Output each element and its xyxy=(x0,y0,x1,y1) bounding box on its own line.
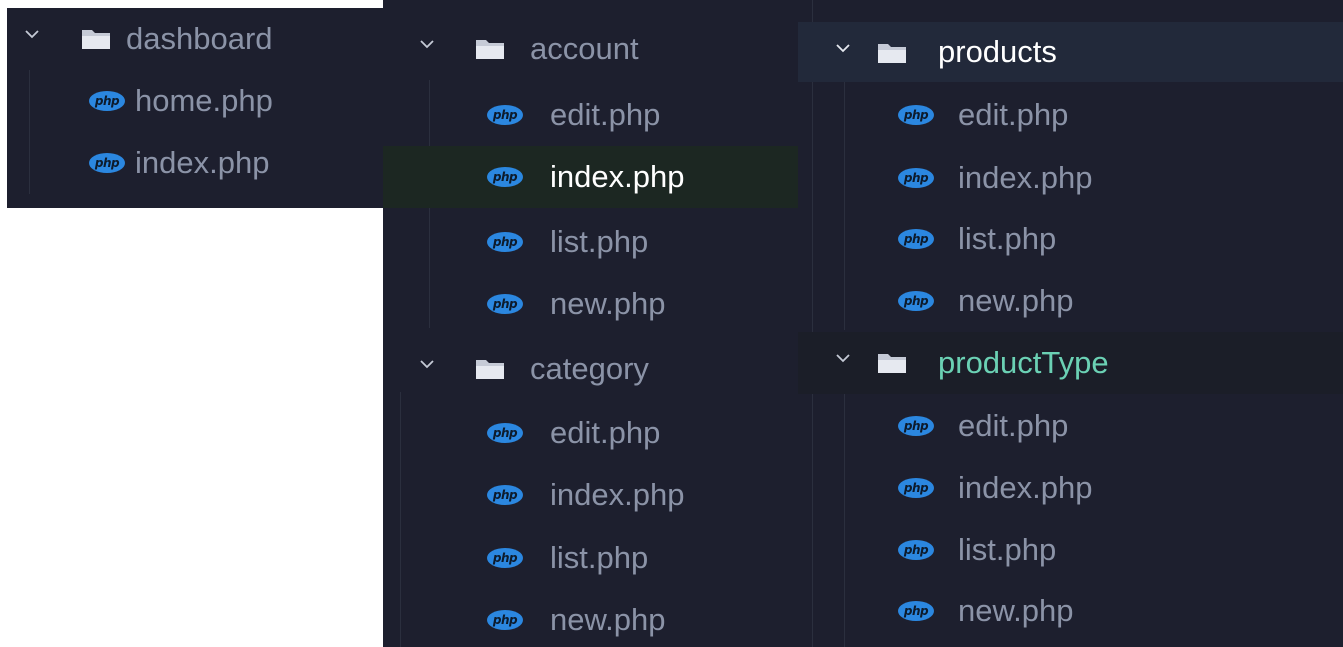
file-row[interactable]: php list.php xyxy=(383,527,798,589)
php-file-icon: php xyxy=(898,291,934,311)
file-row[interactable]: php edit.php xyxy=(383,84,798,146)
folder-row-products[interactable]: products xyxy=(798,22,1343,82)
explorer-panel-account-category: account php edit.php php index.php php l… xyxy=(383,0,798,647)
file-row[interactable]: php edit.php xyxy=(383,402,798,464)
file-name: new.php xyxy=(550,602,666,637)
php-file-icon: php xyxy=(898,601,934,621)
php-file-icon: php xyxy=(487,610,523,630)
file-name: new.php xyxy=(958,283,1074,318)
folder-icon xyxy=(877,351,907,375)
folder-icon xyxy=(877,41,907,65)
file-row[interactable]: php new.php xyxy=(383,273,798,335)
file-name: index.php xyxy=(958,160,1093,195)
php-file-icon: php xyxy=(487,167,523,187)
chevron-down-icon[interactable] xyxy=(24,26,40,42)
file-row[interactable]: php new.php xyxy=(383,589,798,647)
folder-icon xyxy=(475,37,505,61)
folder-icon xyxy=(81,27,111,51)
file-name: index.php xyxy=(135,145,270,180)
file-name: list.php xyxy=(550,224,649,259)
explorer-panel-products: products php edit.php php index.php php … xyxy=(798,0,1343,647)
file-name: list.php xyxy=(550,540,649,575)
php-file-icon: php xyxy=(487,232,523,252)
file-row[interactable]: php index.php xyxy=(7,132,385,194)
php-file-icon: php xyxy=(487,105,523,125)
file-row[interactable]: php index.php xyxy=(798,457,1343,519)
php-file-icon: php xyxy=(487,548,523,568)
file-row[interactable]: php index.php xyxy=(798,147,1343,209)
php-file-icon: php xyxy=(89,91,125,111)
folder-name: category xyxy=(530,351,649,386)
php-file-icon: php xyxy=(487,423,523,443)
folder-row-category[interactable]: category xyxy=(383,338,798,400)
folder-name: productType xyxy=(938,345,1109,380)
file-name: list.php xyxy=(958,532,1057,567)
file-row[interactable]: php edit.php xyxy=(798,395,1343,457)
chevron-down-icon[interactable] xyxy=(419,36,435,52)
php-file-icon: php xyxy=(898,105,934,125)
file-name: index.php xyxy=(550,159,685,194)
chevron-down-icon[interactable] xyxy=(419,356,435,372)
file-name: edit.php xyxy=(958,97,1069,132)
file-name: edit.php xyxy=(550,97,661,132)
explorer-panel-dashboard: dashboard php home.php php index.php xyxy=(7,8,385,208)
file-row[interactable]: php list.php xyxy=(798,208,1343,270)
php-file-icon: php xyxy=(898,478,934,498)
folder-row-account[interactable]: account xyxy=(383,18,798,80)
file-row[interactable]: php home.php xyxy=(7,70,385,132)
folder-name: products xyxy=(938,34,1057,69)
folder-name: account xyxy=(530,31,639,66)
file-row[interactable]: php index.php xyxy=(383,464,798,526)
folder-name: dashboard xyxy=(126,21,273,56)
folder-row-dashboard[interactable]: dashboard xyxy=(7,8,385,70)
file-row[interactable]: php edit.php xyxy=(798,84,1343,146)
file-name: new.php xyxy=(550,286,666,321)
folder-icon xyxy=(475,357,505,381)
file-row[interactable]: php list.php xyxy=(383,211,798,273)
file-row[interactable]: php new.php xyxy=(798,580,1343,642)
php-file-icon: php xyxy=(89,153,125,173)
file-row-selected[interactable]: php index.php xyxy=(383,146,798,208)
file-name: edit.php xyxy=(550,415,661,450)
php-file-icon: php xyxy=(898,416,934,436)
file-name: new.php xyxy=(958,593,1074,628)
file-row[interactable]: php new.php xyxy=(798,270,1343,332)
php-file-icon: php xyxy=(487,294,523,314)
chevron-down-icon[interactable] xyxy=(835,350,851,366)
file-row[interactable]: php list.php xyxy=(798,519,1343,581)
php-file-icon: php xyxy=(898,168,934,188)
file-name: list.php xyxy=(958,221,1057,256)
folder-row-producttype[interactable]: productType xyxy=(798,332,1343,394)
file-name: home.php xyxy=(135,83,273,118)
php-file-icon: php xyxy=(898,540,934,560)
file-name: edit.php xyxy=(958,408,1069,443)
chevron-down-icon[interactable] xyxy=(835,40,851,56)
file-name: index.php xyxy=(550,477,685,512)
php-file-icon: php xyxy=(898,229,934,249)
file-name: index.php xyxy=(958,470,1093,505)
php-file-icon: php xyxy=(487,485,523,505)
